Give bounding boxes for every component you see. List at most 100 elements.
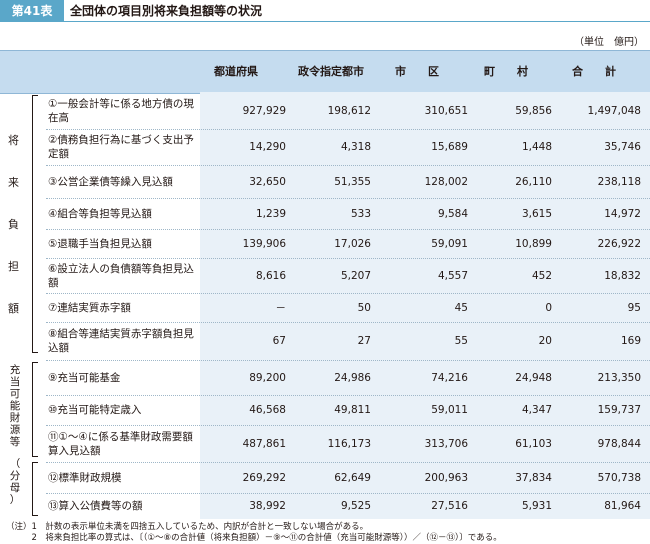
cell-value: 4,347 <box>521 404 552 416</box>
title-underline <box>64 21 650 22</box>
cell-value: 9,525 <box>340 500 371 512</box>
col-header-prefectures: 都道府県 <box>214 65 258 78</box>
col-header-designated-cities: 政令指定都市 <box>298 65 364 78</box>
table-row: ④組合等負担等見込額 1,239 533 9,584 3,615 14,972 <box>0 198 650 230</box>
cell-value: 26,110 <box>515 175 552 188</box>
cell-value: 1,448 <box>521 141 552 153</box>
cell-value: 35,746 <box>604 141 641 153</box>
row-label: ⑧組合等連結実質赤字額負担見込額 <box>48 328 194 354</box>
row-label: ⑨充当可能基金 <box>48 371 121 384</box>
cell-value: 46,568 <box>249 404 286 416</box>
row-label: ⑥設立法人の負債額等負担見込額 <box>48 262 194 289</box>
cell-value: 5,207 <box>340 269 371 282</box>
cell-value: 116,173 <box>327 437 371 450</box>
cell-value: 487,861 <box>242 437 286 450</box>
cell-value: 24,986 <box>334 371 371 384</box>
brace-available-resources <box>32 362 41 457</box>
cell-value: 55 <box>454 335 468 347</box>
cell-value: 139,906 <box>242 237 286 250</box>
table-row: ②債務負担行為に基づく支出予定額 14,290 4,318 15,689 1,448 35… <box>0 129 650 166</box>
cell-value: 0 <box>545 301 552 314</box>
cell-value: 313,706 <box>424 437 468 450</box>
cell-value: 50 <box>357 301 371 314</box>
footnotes: （注）1 計数の表示単位未満を四捨五入しているため、内訳が合計と一致しない場合が… <box>6 522 502 544</box>
row-label: ①一般会計等に係る地方債の現在高 <box>48 98 194 124</box>
cell-value: 1,239 <box>255 207 286 220</box>
cell-value: － <box>275 301 287 314</box>
row-label: ⑫標準財政規模 <box>48 471 122 484</box>
row-label: ②債務負担行為に基づく支出予定額 <box>48 134 194 160</box>
col-header-total: 合 計 <box>572 65 616 78</box>
cell-value: 570,738 <box>597 471 641 484</box>
cell-value: 49,811 <box>334 404 371 416</box>
cell-value: 159,737 <box>597 404 641 416</box>
cell-value: 62,649 <box>334 471 371 484</box>
cell-value: 81,964 <box>604 500 641 512</box>
cell-value: 200,963 <box>424 471 468 484</box>
footnote-1: （注）1 計数の表示単位未満を四捨五入しているため、内訳が合計と一致しない場合が… <box>6 522 369 532</box>
table-number-badge: 第41表 <box>0 0 64 22</box>
cell-value: 10,899 <box>515 237 552 250</box>
cell-value: 9,584 <box>437 207 468 220</box>
cell-value: 213,350 <box>597 371 641 384</box>
table-row: ⑬算入公債費等の額 38,992 9,525 27,516 5,931 81,964 <box>0 493 650 519</box>
cell-value: 452 <box>531 269 552 282</box>
cell-value: 978,844 <box>597 437 641 450</box>
row-label: ⑪①～④に係る基準財政需要額算入見込額 <box>48 430 193 457</box>
cell-value: 226,922 <box>597 237 641 250</box>
table-row: ⑧組合等連結実質赤字額負担見込額 67 27 55 20 169 <box>0 322 650 361</box>
group-label-future-burden: 将 来 負 担 額 <box>8 134 19 315</box>
col-header-towns: 町 村 <box>484 65 528 78</box>
cell-value: 4,318 <box>340 141 371 153</box>
brace-denominator <box>32 462 41 516</box>
cell-value: 61,103 <box>515 437 552 450</box>
row-label: ⑬算入公債費等の額 <box>48 500 143 512</box>
cell-value: 27 <box>357 335 371 347</box>
unit-label: （単位 億円） <box>574 37 644 48</box>
table-row: ⑦連結実質赤字額 － 50 45 0 95 <box>0 293 650 323</box>
row-label: ③公営企業債等繰入見込額 <box>48 175 173 188</box>
cell-value: 95 <box>627 301 641 314</box>
row-label: ⑩充当可能特定歳入 <box>48 404 142 416</box>
group-label-available-resources: 充当可能財源等 <box>9 364 21 448</box>
row-label: ④組合等負担等見込額 <box>48 207 152 220</box>
cell-value: 533 <box>350 207 371 220</box>
row-label: ⑦連結実質赤字額 <box>48 301 131 314</box>
table-row: ⑨充当可能基金 89,200 24,986 74,216 24,948 213,350 <box>0 360 650 396</box>
title-bar: 第41表 全団体の項目別将来負担額等の状況 <box>0 0 650 22</box>
cell-value: 37,834 <box>515 471 552 484</box>
cell-value: 20 <box>538 335 552 347</box>
cell-value: 310,651 <box>424 105 468 117</box>
cell-value: 238,118 <box>597 175 641 188</box>
table-row: ⑩充当可能特定歳入 46,568 49,811 59,011 4,347 159,737 <box>0 395 650 426</box>
table-row: ③公営企業債等繰入見込額 32,650 51,355 128,002 26,110 238… <box>0 165 650 199</box>
cell-value: 27,516 <box>431 500 468 512</box>
cell-value: 24,948 <box>515 371 552 384</box>
table-title: 全団体の項目別将来負担額等の状況 <box>70 4 263 18</box>
cell-value: 269,292 <box>242 471 286 484</box>
col-header-cities: 市 区 <box>395 65 439 78</box>
table-row: ⑤退職手当負担見込額 139,906 17,026 59,091 10,899 226,9… <box>0 229 650 259</box>
cell-value: 14,290 <box>249 141 286 153</box>
group-label-denominator: （分母） <box>9 458 21 506</box>
table-row: ⑫標準財政規模 269,292 62,649 200,963 37,834 570,738 <box>0 462 650 494</box>
table-row: ⑪①～④に係る基準財政需要額算入見込額 487,861 116,173 313,706… <box>0 425 650 463</box>
cell-value: 89,200 <box>249 371 286 384</box>
cell-value: 198,612 <box>327 105 371 117</box>
cell-value: 59,091 <box>431 237 468 250</box>
cell-value: 17,026 <box>334 237 371 250</box>
table-row: ①一般会計等に係る地方債の現在高 927,929 198,612 310,651 59,… <box>0 93 650 130</box>
row-label: ⑤退職手当負担見込額 <box>48 237 152 250</box>
column-header-row: 都道府県 政令指定都市 市 区 町 村 合 計 <box>0 50 650 94</box>
cell-value: 32,650 <box>249 175 286 188</box>
cell-value: 8,616 <box>255 269 286 282</box>
table-row: ⑥設立法人の負債額等負担見込額 8,616 5,207 4,557 452 18,832 <box>0 258 650 294</box>
cell-value: 15,689 <box>431 141 468 153</box>
cell-value: 4,557 <box>437 269 468 282</box>
cell-value: 38,992 <box>249 500 286 512</box>
footnote-2: 2 将来負担比率の算式は、〔（①～⑧の合計値（将来負担額）－⑨～⑪の合計値（充当… <box>6 533 502 543</box>
cell-value: 67 <box>272 335 286 347</box>
cell-value: 3,615 <box>521 207 552 220</box>
cell-value: 1,497,048 <box>587 105 641 117</box>
cell-value: 18,832 <box>604 269 641 282</box>
